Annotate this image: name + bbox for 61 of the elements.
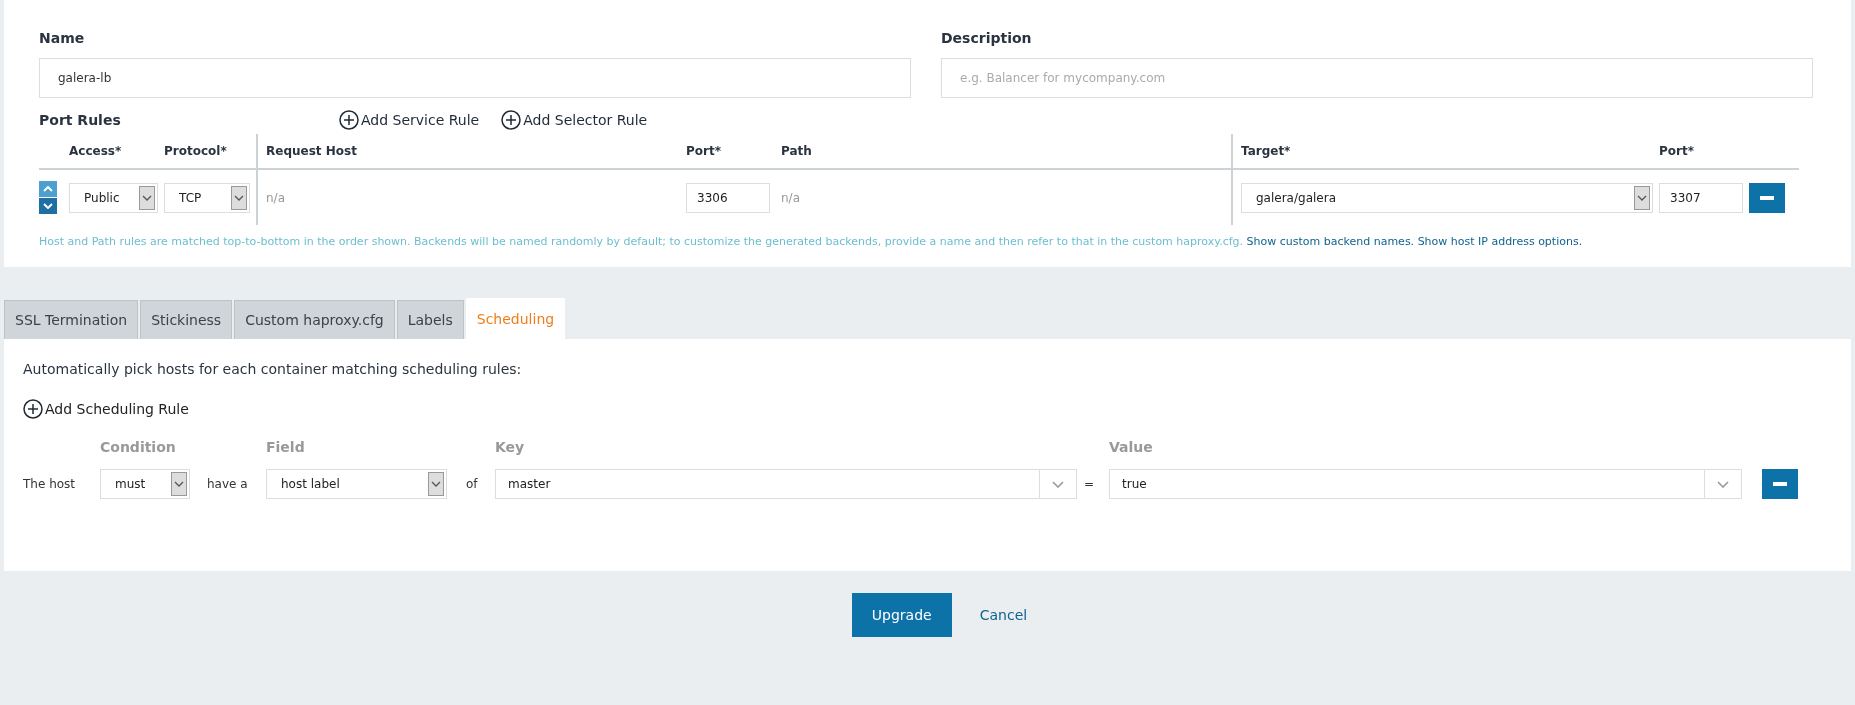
- column-header: Request Host: [256, 134, 686, 170]
- cancel-button[interactable]: Cancel: [973, 606, 1034, 624]
- key-combobox[interactable]: master: [495, 469, 1077, 499]
- tab[interactable]: Labels: [396, 300, 464, 339]
- field-select[interactable]: host label: [266, 469, 447, 499]
- column-header: Value: [1109, 439, 1154, 457]
- value-combobox[interactable]: true: [1109, 469, 1742, 499]
- protocol-select[interactable]: TCP: [164, 182, 250, 213]
- column-header: Protocol*: [164, 134, 256, 170]
- remove-button[interactable]: [1749, 182, 1785, 213]
- plus-circle-icon: [501, 110, 522, 130]
- rule-text: of: [466, 477, 479, 491]
- minus-icon: [1760, 195, 1774, 200]
- target-select[interactable]: galera/galera: [1241, 182, 1653, 213]
- chevron-down-icon: [1717, 480, 1729, 488]
- add-rule-button[interactable]: Add Service Rule: [339, 110, 480, 130]
- name-input[interactable]: galera-lb: [39, 58, 911, 98]
- upgrade-button[interactable]: Upgrade: [851, 593, 952, 637]
- request-host-text: n/a: [266, 190, 285, 205]
- column-header: Condition: [100, 439, 177, 457]
- tab[interactable]: Custom haproxy.cfg: [234, 300, 395, 339]
- chevron-up-icon: [43, 186, 53, 192]
- equals-sign: =: [1082, 477, 1096, 491]
- scheduling-intro: Automatically pick hosts for each container matching scheduling rules:: [23, 361, 523, 377]
- column-header: Port*: [686, 134, 781, 170]
- caret-icon: [1634, 185, 1650, 210]
- move-up-button[interactable]: [39, 181, 57, 197]
- caret-icon: [231, 185, 247, 210]
- move-down-button[interactable]: [39, 198, 57, 214]
- description-label: Description: [941, 30, 1033, 46]
- chevron-down-icon: [43, 203, 53, 209]
- port-input[interactable]: 3306: [686, 182, 770, 213]
- column-header: Field: [266, 439, 306, 457]
- tab[interactable]: SSL Termination: [4, 300, 139, 339]
- condition-select[interactable]: must: [100, 469, 190, 499]
- add-rule-button[interactable]: Add Selector Rule: [501, 110, 648, 130]
- tab[interactable]: Stickiness: [140, 300, 233, 339]
- name-label: Name: [39, 30, 86, 46]
- port-rules-label: Port Rules: [39, 112, 122, 128]
- caret-icon: [171, 472, 187, 496]
- caret-icon: [139, 185, 155, 210]
- help-link[interactable]: Show custom backend names.: [1246, 235, 1415, 248]
- target-port-input[interactable]: 3307: [1659, 182, 1743, 213]
- path-text: n/a: [781, 190, 800, 205]
- help-text: Host and Path rules are matched top-to-bottom in the order shown. Backends will be named randomly by default; to customize the generated backends, provide a name and then refer to that in the custom haproxy.cfg. Show custom backend names. Show host IP address options.: [39, 235, 1584, 248]
- plus-circle-icon: [339, 110, 359, 130]
- column-header: Port*: [1659, 134, 1749, 170]
- column-header: Key: [495, 439, 526, 457]
- remove-button[interactable]: [1762, 469, 1798, 499]
- help-link[interactable]: Show host IP address options.: [1417, 235, 1583, 248]
- rule-text: The host: [23, 477, 77, 491]
- minus-icon: [1773, 482, 1787, 486]
- rule-text: have a: [207, 477, 249, 491]
- plus-circle-icon: [23, 399, 43, 419]
- chevron-down-icon: [1052, 480, 1064, 488]
- column-header: Access*: [69, 134, 164, 170]
- column-header: Path: [781, 134, 1231, 170]
- caret-icon: [428, 472, 444, 496]
- column-header: Target*: [1231, 134, 1659, 170]
- access-select[interactable]: Public: [69, 182, 158, 213]
- add-scheduling-rule-button[interactable]: Add Scheduling Rule: [23, 399, 1832, 419]
